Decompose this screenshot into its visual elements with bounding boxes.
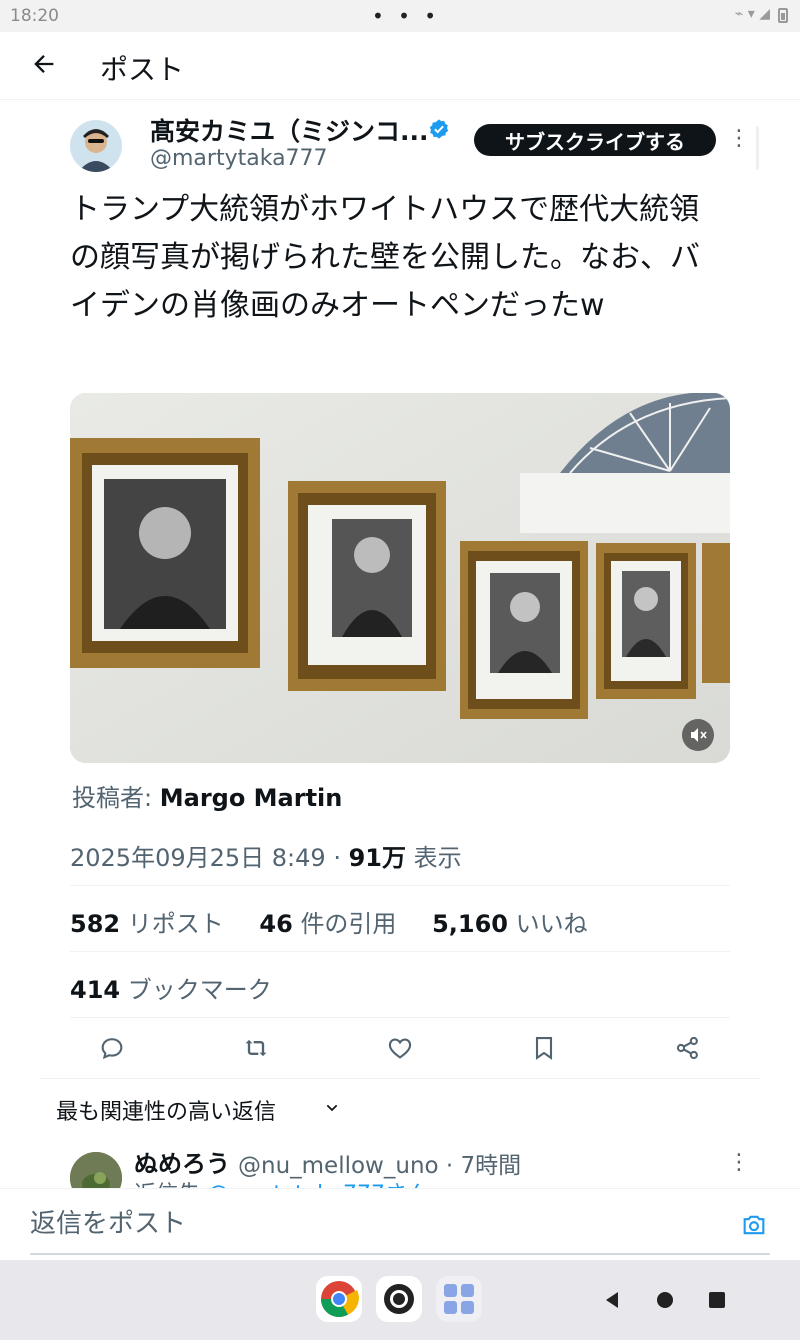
post-text: トランプ大統領がホワイトハウスで歴代大統領の顔写真が掲げられた壁を公開した。なお… bbox=[70, 192, 700, 323]
nav-home-button[interactable] bbox=[655, 1290, 675, 1314]
author-avatar[interactable] bbox=[70, 120, 122, 172]
circle-home-icon bbox=[657, 1292, 673, 1308]
battery-icon bbox=[778, 8, 788, 23]
aperture-icon bbox=[384, 1284, 414, 1314]
author-handle[interactable]: @martytaka777 bbox=[150, 146, 328, 171]
divider bbox=[70, 951, 730, 952]
quotes-stat[interactable]: 46 件の引用 bbox=[259, 904, 396, 939]
grid-icon bbox=[444, 1284, 474, 1314]
quotes-count: 46 bbox=[259, 910, 293, 938]
repost-icon bbox=[245, 1039, 267, 1057]
post-meta: 2025年09月25日 8:49 · 91万 表示 bbox=[70, 838, 462, 873]
bookmarks-count: 414 bbox=[70, 976, 121, 1004]
post-video[interactable] bbox=[70, 393, 730, 763]
likes-label: いいね bbox=[515, 910, 588, 938]
more-options-icon[interactable]: ⋮ bbox=[728, 126, 750, 151]
mute-button[interactable] bbox=[682, 719, 714, 751]
quotes-label: 件の引用 bbox=[300, 910, 397, 938]
reposts-stat[interactable]: 582 リポスト bbox=[70, 904, 224, 939]
like-button[interactable] bbox=[386, 1034, 414, 1062]
chevron-down-icon[interactable] bbox=[324, 1100, 340, 1116]
page-title: ポスト bbox=[100, 53, 185, 86]
media-credit: 投稿者: Margo Martin bbox=[72, 778, 342, 813]
reply-author-name[interactable]: ぬめろう bbox=[134, 1144, 230, 1179]
avatar-image bbox=[70, 120, 122, 172]
like-icon bbox=[388, 1038, 412, 1059]
compose-underline bbox=[30, 1253, 770, 1255]
post-stats: 582 リポスト 46 件の引用 5,160 いいね bbox=[70, 904, 616, 939]
bookmarks-stat: 414 ブックマーク bbox=[70, 970, 272, 1005]
views-label: 表示 bbox=[413, 844, 462, 872]
post-datetime[interactable]: 2025年09月25日 8:49 bbox=[70, 844, 326, 872]
top-bar: ポスト bbox=[0, 32, 800, 100]
reply-sort-dropdown[interactable]: 最も関連性の高い返信 bbox=[56, 1094, 276, 1126]
square-recents-icon bbox=[709, 1292, 725, 1308]
meta-separator: · bbox=[333, 844, 341, 872]
share-icon bbox=[676, 1036, 698, 1060]
repost-button[interactable] bbox=[242, 1034, 270, 1062]
reply-more-icon[interactable]: ⋮ bbox=[728, 1150, 750, 1175]
credit-label: 投稿者: bbox=[72, 784, 153, 812]
divider bbox=[70, 885, 730, 886]
reply-compose-bar bbox=[0, 1188, 800, 1260]
app-drawer-icon[interactable] bbox=[436, 1276, 482, 1322]
likes-count: 5,160 bbox=[432, 910, 508, 938]
reply-icon bbox=[101, 1038, 123, 1060]
reply-input[interactable] bbox=[30, 1209, 630, 1239]
chrome-app-icon[interactable] bbox=[316, 1276, 362, 1322]
video-frame bbox=[70, 393, 730, 763]
signal-icons: ⌁ ▾ ◢ bbox=[734, 6, 770, 22]
status-dots: • • • bbox=[372, 4, 441, 28]
reply-button[interactable] bbox=[98, 1034, 126, 1062]
arrow-left-icon bbox=[34, 55, 54, 73]
camera-app-icon[interactable] bbox=[376, 1276, 422, 1322]
divider bbox=[40, 1078, 760, 1079]
author-name[interactable]: 髙安カミユ（ミジンコ... bbox=[150, 112, 429, 148]
triangle-back-icon bbox=[606, 1292, 618, 1308]
share-button[interactable] bbox=[674, 1034, 702, 1062]
divider bbox=[70, 1017, 730, 1018]
bookmark-icon bbox=[535, 1037, 553, 1060]
credit-name[interactable]: Margo Martin bbox=[160, 784, 343, 812]
scroll-indicator bbox=[756, 126, 759, 170]
status-bar: 18:20 • • • ⌁ ▾ ◢ bbox=[0, 0, 800, 32]
nav-back-button[interactable] bbox=[602, 1290, 622, 1314]
status-time: 18:20 bbox=[10, 6, 59, 26]
bookmark-button[interactable] bbox=[530, 1034, 558, 1062]
back-button[interactable] bbox=[30, 50, 58, 83]
bookmarks-label: ブックマーク bbox=[127, 976, 272, 1004]
likes-stat[interactable]: 5,160 いいね bbox=[432, 904, 588, 939]
system-nav-bar bbox=[0, 1260, 800, 1340]
views-count: 91万 bbox=[348, 844, 407, 872]
reposts-label: リポスト bbox=[127, 910, 224, 938]
subscribe-button[interactable]: サブスクライブする bbox=[474, 124, 716, 156]
nav-recents-button[interactable] bbox=[707, 1290, 727, 1314]
camera-icon[interactable] bbox=[740, 1211, 768, 1239]
reply-author-meta[interactable]: @nu_mellow_uno · 7時間 bbox=[238, 1146, 521, 1180]
reposts-count: 582 bbox=[70, 910, 121, 938]
volume-muted-icon bbox=[691, 728, 707, 742]
chrome-icon bbox=[321, 1281, 359, 1318]
verified-badge-icon bbox=[429, 119, 449, 139]
